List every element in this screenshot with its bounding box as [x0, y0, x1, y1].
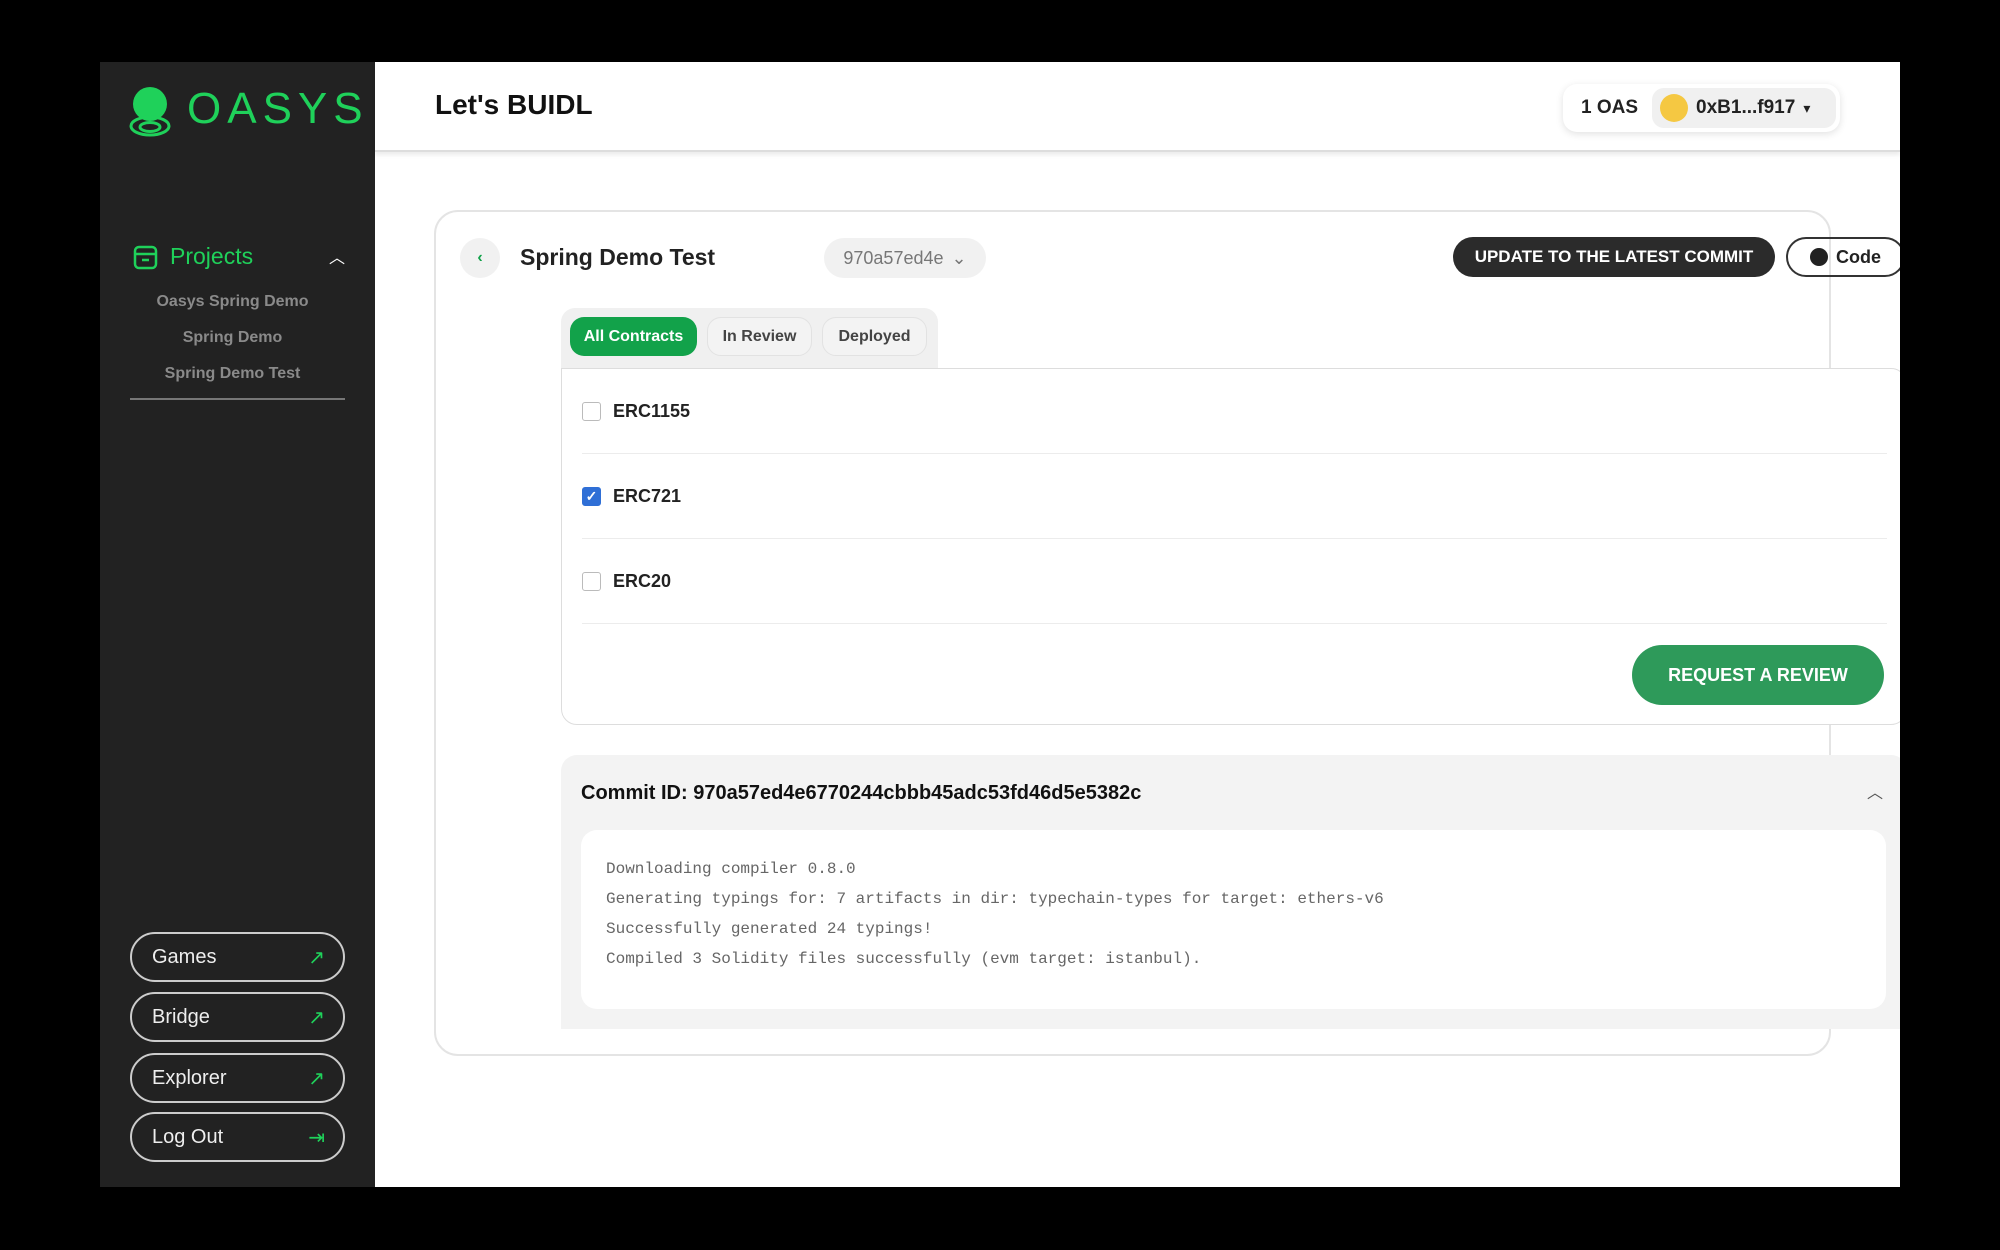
chevron-down-icon: ▾ — [1803, 99, 1811, 116]
chevron-up-icon[interactable]: ︿ — [1867, 779, 1883, 803]
back-button[interactable]: ‹ — [460, 238, 500, 278]
wallet-widget[interactable]: 1 OAS 0xB1...f917 ▾ — [1563, 84, 1840, 132]
contract-name: ERC20 — [613, 570, 672, 591]
address: 0xB1...f917 — [1696, 97, 1796, 118]
build-log: Downloading compiler 0.8.0 Generating ty… — [581, 830, 1886, 1009]
explorer-label: Explorer — [152, 1066, 227, 1089]
contracts-list: ERC1155 ✓ ERC721 ERC20 REQUEST A REVIEW — [561, 368, 1900, 725]
contract-name: ERC721 — [613, 485, 682, 506]
tab-all-contracts[interactable]: All Contracts — [570, 317, 697, 356]
app-window: OASYS Projects ︿ Oasys Spring Demo Sprin… — [100, 62, 1900, 1187]
log-line: Downloading compiler 0.8.0 — [606, 860, 856, 878]
external-link-icon: ↗ — [308, 1067, 325, 1090]
code-label: Code — [1836, 246, 1881, 267]
commit-select-value: 970a57ed4e — [843, 247, 944, 268]
log-line: Generating typings for: 7 artifacts in d… — [606, 890, 1384, 908]
account-button[interactable]: 0xB1...f917 ▾ — [1652, 88, 1836, 128]
projects-toggle[interactable]: Projects ︿ — [133, 242, 345, 270]
github-icon — [1810, 248, 1828, 266]
balance: 1 OAS — [1581, 97, 1639, 118]
chevron-down-icon: ⌄ — [951, 247, 967, 268]
request-review-button[interactable]: REQUEST A REVIEW — [1632, 645, 1884, 705]
contract-name: ERC1155 — [613, 400, 691, 421]
project-name: Spring Demo Test — [520, 244, 716, 270]
avatar — [1660, 94, 1689, 122]
games-button[interactable]: Games ↗ — [130, 932, 345, 982]
sidebar-project-spring-demo-test[interactable]: Spring Demo Test — [100, 365, 365, 383]
folder-icon — [133, 245, 158, 270]
checkbox[interactable] — [582, 401, 601, 421]
commit-id: Commit ID: 970a57ed4e6770244cbbb45adc53f… — [581, 782, 1142, 804]
commit-select[interactable]: 970a57ed4e ⌄ — [824, 238, 986, 278]
brand-name: OASYS — [187, 84, 369, 133]
checkbox-checked[interactable]: ✓ — [582, 486, 601, 506]
tab-in-review[interactable]: In Review — [707, 317, 812, 356]
bridge-label: Bridge — [152, 1005, 210, 1028]
contract-row-erc1155[interactable]: ERC1155 — [582, 369, 1887, 454]
games-label: Games — [152, 945, 217, 968]
sidebar-project-oasys-spring-demo[interactable]: Oasys Spring Demo — [100, 293, 365, 311]
external-link-icon: ↗ — [308, 946, 325, 969]
log-line: Compiled 3 Solidity files successfully (… — [606, 950, 1202, 968]
commit-panel: Commit ID: 970a57ed4e6770244cbbb45adc53f… — [561, 755, 1900, 1029]
logout-icon: ⇥ — [308, 1126, 325, 1149]
update-commit-button[interactable]: UPDATE TO THE LATEST COMMIT — [1453, 237, 1775, 277]
bridge-button[interactable]: Bridge ↗ — [130, 992, 345, 1042]
divider — [130, 398, 345, 400]
sidebar-project-spring-demo[interactable]: Spring Demo — [100, 329, 365, 347]
oasys-logo-icon — [129, 87, 171, 137]
chevron-up-icon[interactable]: ︿ — [329, 244, 345, 268]
code-button[interactable]: Code — [1786, 237, 1900, 277]
log-line: Successfully generated 24 typings! — [606, 920, 933, 938]
contract-row-erc721[interactable]: ✓ ERC721 — [582, 454, 1887, 539]
page-title: Let's BUIDL — [435, 89, 593, 120]
project-card: ‹ Spring Demo Test 970a57ed4e ⌄ UPDATE TO… — [434, 210, 1900, 1056]
explorer-button[interactable]: Explorer ↗ — [130, 1053, 345, 1103]
checkbox[interactable] — [582, 571, 601, 591]
contract-row-erc20[interactable]: ERC20 — [582, 539, 1887, 624]
sidebar: OASYS Projects ︿ Oasys Spring Demo Sprin… — [100, 62, 375, 1187]
projects-label: Projects — [170, 242, 254, 269]
tab-bar: All Contracts In Review Deployed — [561, 308, 938, 370]
external-link-icon: ↗ — [308, 1006, 325, 1029]
logout-button[interactable]: Log Out ⇥ — [130, 1112, 345, 1162]
tab-deployed[interactable]: Deployed — [822, 317, 927, 356]
logout-label: Log Out — [152, 1125, 224, 1148]
header: Let's BUIDL 1 OAS 0xB1...f917 ▾ — [375, 62, 1900, 152]
